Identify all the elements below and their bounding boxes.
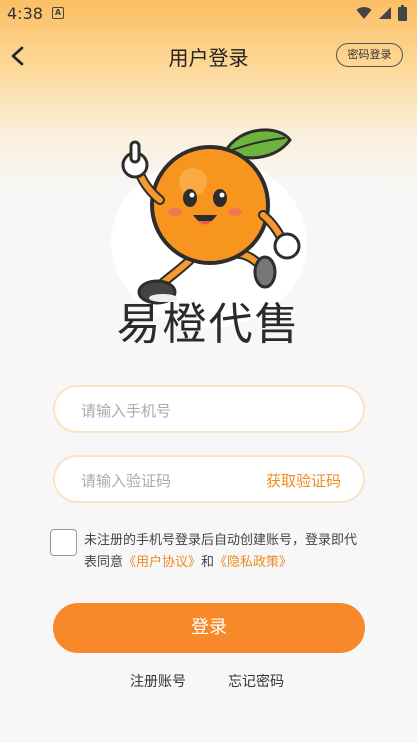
nav-bar: 用户登录 密码登录 [0, 36, 417, 76]
forgot-password-link[interactable]: 忘记密码 [228, 671, 284, 691]
battery-icon [398, 5, 407, 21]
agreement-text: 未注册的手机号登录后自动创建账号，登录即代表同意《用户协议》和《隐私政策》 [84, 530, 364, 574]
status-time: 4:38 [7, 4, 43, 23]
verification-code-input[interactable]: 请输入验证码 获取验证码 [53, 455, 365, 503]
wifi-icon [356, 7, 372, 20]
phone-placeholder: 请输入手机号 [81, 402, 172, 420]
notification-icon: A [52, 7, 64, 19]
phone-input[interactable]: 请输入手机号 [53, 385, 365, 433]
code-placeholder: 请输入验证码 [81, 472, 172, 490]
agreement-checkbox[interactable] [50, 529, 77, 556]
register-link[interactable]: 注册账号 [130, 671, 186, 691]
user-agreement-link[interactable]: 《用户协议》 [123, 555, 201, 570]
signal-icon [379, 7, 391, 19]
brand-name: 易橙代售 [116, 299, 301, 350]
status-bar: 4:38 A [0, 0, 417, 28]
get-code-button[interactable]: 获取验证码 [266, 470, 341, 491]
agreement-and: 和 [201, 555, 215, 570]
password-login-button[interactable]: 密码登录 [336, 43, 403, 67]
login-button[interactable]: 登录 [53, 603, 365, 653]
privacy-policy-link[interactable]: 《隐私政策》 [214, 555, 292, 570]
